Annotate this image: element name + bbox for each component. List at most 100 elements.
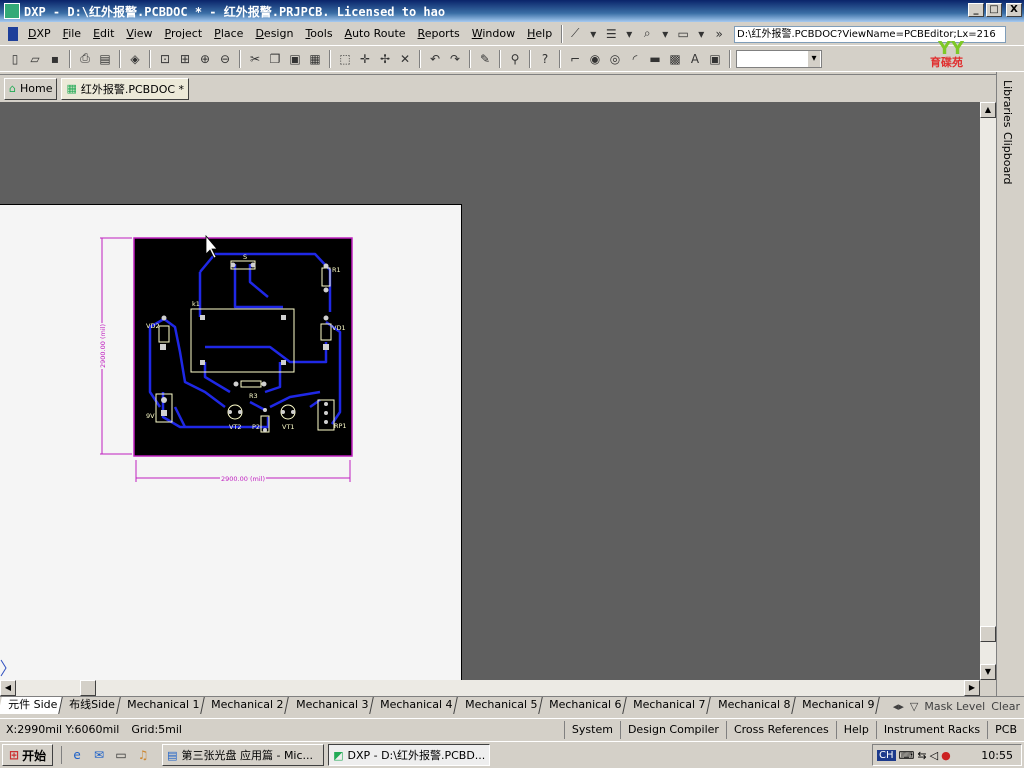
close-button[interactable]: X [1006, 3, 1022, 17]
menu-tools[interactable]: Tools [299, 25, 338, 43]
zoom-out-icon[interactable]: ⊖ [216, 50, 234, 68]
dropdown-icon[interactable]: ▾ [656, 25, 674, 43]
place-fill-icon[interactable]: ▬ [646, 50, 664, 68]
print-preview-icon[interactable]: ▤ [96, 50, 114, 68]
menu-auto-route[interactable]: Auto Route [339, 25, 412, 43]
scroll-thumb[interactable] [980, 626, 996, 642]
network-icon[interactable]: ⇆ [917, 749, 926, 762]
menu-place[interactable]: Place [208, 25, 249, 43]
hscroll-thumb[interactable] [80, 680, 96, 696]
menu-project[interactable]: Project [159, 25, 209, 43]
layer-tab-top[interactable]: 元件 Side [0, 697, 64, 714]
dropdown-icon[interactable]: ▾ [620, 25, 638, 43]
maximize-button[interactable]: □ [986, 3, 1002, 17]
desktop-icon[interactable]: ▭ [112, 746, 130, 764]
menu-reports[interactable]: Reports [412, 25, 466, 43]
task-word-document[interactable]: ▤ 第三张光盘 应用篇 - Mic... [162, 744, 325, 766]
menu-window[interactable]: Window [466, 25, 521, 43]
scroll-left-button[interactable]: ◀ [0, 680, 16, 696]
paste-icon[interactable]: ▣ [286, 50, 304, 68]
mask-level-button[interactable]: Mask Level [924, 700, 985, 713]
browse-icon[interactable]: ⚲ [506, 50, 524, 68]
media-icon[interactable]: ♫ [134, 746, 152, 764]
side-tab-libraries[interactable]: Libraries [1001, 76, 1014, 132]
filter-combo[interactable] [736, 49, 822, 68]
menu-edit[interactable]: Edit [87, 25, 120, 43]
copy-icon[interactable]: ❐ [266, 50, 284, 68]
save-icon[interactable]: ▪ [46, 50, 64, 68]
open-icon[interactable]: ▱ [26, 50, 44, 68]
deselect-icon[interactable]: ✕ [396, 50, 414, 68]
keyboard-icon[interactable]: ⌨ [899, 749, 915, 762]
print-icon[interactable]: ⎙ [76, 50, 94, 68]
more-chevron-icon[interactable]: » [710, 25, 728, 43]
nav-folder-icon[interactable]: ▭ [674, 25, 692, 43]
status-instrument-racks-button[interactable]: Instrument Racks [875, 721, 987, 739]
layers-icon[interactable]: ◈ [126, 50, 144, 68]
zoom-fit-icon[interactable]: ⊡ [156, 50, 174, 68]
tab-pcb-document[interactable]: ▦ 红外报警.PCBDOC * [61, 77, 190, 100]
new-icon[interactable]: ▯ [6, 50, 24, 68]
place-component-icon[interactable]: ▣ [706, 50, 724, 68]
layer-tab-mechanical-7[interactable]: Mechanical 7 [623, 697, 712, 714]
status-pcb-button[interactable]: PCB [987, 721, 1024, 739]
layer-tab-mechanical-6[interactable]: Mechanical 6 [539, 697, 628, 714]
interactive-route-icon[interactable]: ⌐ [566, 50, 584, 68]
select-area-icon[interactable]: ⬚ [336, 50, 354, 68]
dropdown-icon[interactable]: ▾ [692, 25, 710, 43]
place-arc-icon[interactable]: ◜ [626, 50, 644, 68]
horizontal-scrollbar[interactable]: ◀ ▶ [0, 680, 980, 696]
layer-tab-bottom[interactable]: 布线Side [59, 697, 121, 714]
status-help-button[interactable]: Help [835, 721, 876, 739]
pcb-workspace[interactable]: S R1 k1 VD2 VD1 R3 9V VT2 VT1 P2 RP1 290… [0, 102, 980, 680]
zoom-area-icon[interactable]: ⊞ [176, 50, 194, 68]
place-polygon-icon[interactable]: ▩ [666, 50, 684, 68]
dropdown-icon[interactable]: ▾ [584, 25, 602, 43]
menu-dxp[interactable]: DXP [22, 25, 57, 43]
cross-select-icon[interactable]: ✢ [376, 50, 394, 68]
zoom-in-icon[interactable]: ⊕ [196, 50, 214, 68]
menu-file[interactable]: File [57, 25, 87, 43]
task-dxp[interactable]: ◩ DXP - D:\红外报警.PCBD... [328, 744, 491, 766]
place-string-icon[interactable]: A [686, 50, 704, 68]
place-via-icon[interactable]: ◎ [606, 50, 624, 68]
layer-tab-mechanical-8[interactable]: Mechanical 8 [708, 697, 797, 714]
layer-tab-mechanical-5[interactable]: Mechanical 5 [454, 697, 543, 714]
redo-icon[interactable]: ↷ [446, 50, 464, 68]
nav-search-icon[interactable]: ⌕ [638, 25, 656, 43]
clear-button[interactable]: Clear [991, 700, 1020, 713]
move-icon[interactable]: ✛ [356, 50, 374, 68]
start-button[interactable]: ⊞ 开始 [2, 744, 54, 766]
volume-icon[interactable]: ◁ [930, 749, 938, 762]
tab-home[interactable]: ⌂ Home [4, 77, 58, 100]
status-design-compiler-button[interactable]: Design Compiler [619, 721, 726, 739]
side-tab-clipboard[interactable]: Clipboard [1001, 128, 1014, 189]
vertical-scrollbar[interactable]: ▲ ▼ [980, 102, 996, 680]
layer-nav-icon[interactable]: ◂▸ [893, 700, 904, 713]
antivirus-icon[interactable]: ● [941, 749, 951, 762]
status-cross-references-button[interactable]: Cross References [725, 721, 836, 739]
ie-icon[interactable]: e [68, 746, 86, 764]
outlook-icon[interactable]: ✉ [90, 746, 108, 764]
rubber-stamp-icon[interactable]: ▦ [306, 50, 324, 68]
minimize-button[interactable]: _ [968, 3, 984, 17]
layer-tab-mechanical-1[interactable]: Mechanical 1 [117, 697, 206, 714]
place-pad-icon[interactable]: ◉ [586, 50, 604, 68]
filter-icon[interactable]: ▽ [910, 700, 918, 713]
nav-list-icon[interactable]: ☰ [602, 25, 620, 43]
undo-icon[interactable]: ↶ [426, 50, 444, 68]
menu-design[interactable]: Design [249, 25, 299, 43]
language-indicator[interactable]: CH [877, 749, 896, 761]
layer-tab-mechanical-3[interactable]: Mechanical 3 [286, 697, 375, 714]
pin-icon[interactable]: ✎ [476, 50, 494, 68]
layer-tab-mechanical-2[interactable]: Mechanical 2 [201, 697, 290, 714]
help-icon[interactable]: ? [536, 50, 554, 68]
menu-view[interactable]: View [120, 25, 158, 43]
status-system-button[interactable]: System [563, 721, 620, 739]
layer-tab-mechanical-9[interactable]: Mechanical 9 [792, 697, 881, 714]
scroll-up-button[interactable]: ▲ [980, 102, 996, 118]
nav-chart-icon[interactable]: ⟋ [566, 25, 584, 43]
menu-help[interactable]: Help [521, 25, 558, 43]
scroll-down-button[interactable]: ▼ [980, 664, 996, 680]
cut-icon[interactable]: ✂ [246, 50, 264, 68]
